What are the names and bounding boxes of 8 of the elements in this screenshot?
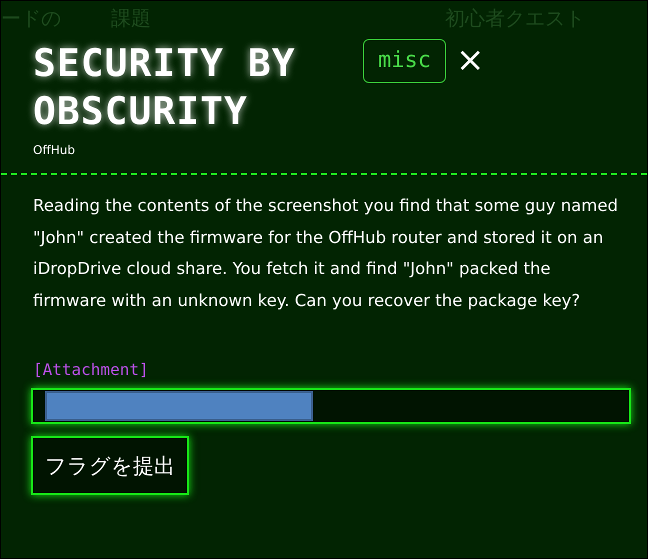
close-button[interactable]: ×: [448, 39, 492, 81]
attachment-link[interactable]: [Attachment]: [33, 360, 149, 379]
challenge-description: Reading the contents of the screenshot you find that some guy named "John" created the firmware for the OffHub router and stored it on an iDropDrive cloud share. You fetch it and find "John" packed the firmware with an unknown key. Can you recover the package key?: [33, 195, 619, 312]
category-tag: misc: [363, 39, 446, 83]
flag-input-field[interactable]: [31, 388, 631, 424]
author-label: OffHub: [33, 143, 76, 157]
challenge-title: SECURITY BY OBSCURITY: [33, 40, 297, 135]
submit-button[interactable]: フラグを提出: [31, 436, 189, 495]
